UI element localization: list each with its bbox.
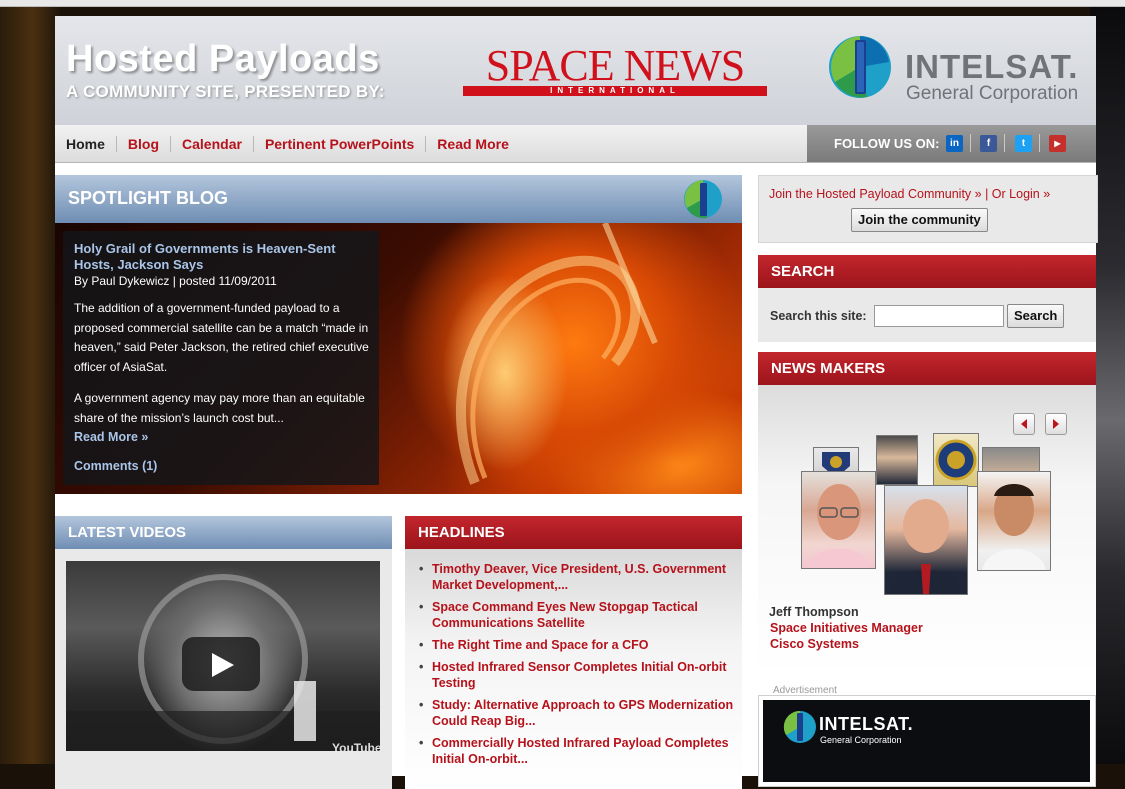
nav-calendar[interactable]: Calendar xyxy=(171,135,254,152)
carousel-prev-button[interactable] xyxy=(1013,413,1035,435)
nav-pertinent-powerpoints[interactable]: Pertinent PowerPoints xyxy=(254,135,427,152)
intelsat-globe-icon xyxy=(783,710,816,743)
community-box: Join the Hosted Payload Community » | Or… xyxy=(758,175,1098,243)
agency-seal-icon xyxy=(935,439,977,481)
facebook-icon[interactable]: f xyxy=(980,135,997,152)
spotlight-byline: By Paul Dykewicz | posted 11/09/2011 xyxy=(74,274,277,288)
join-community-button[interactable]: Join the community xyxy=(851,208,988,232)
video-player[interactable]: YouTube xyxy=(66,561,380,751)
spotlight-blog-header: SPOTLIGHT BLOG xyxy=(55,175,742,223)
linkedin-icon[interactable]: in xyxy=(946,135,963,152)
intelsat-name: INTELSAT. xyxy=(905,48,1079,85)
person-portrait-graphic xyxy=(807,484,870,568)
headlines-title: HEADLINES xyxy=(418,524,505,541)
browser-toolbar-edge xyxy=(0,0,1125,7)
site-subtitle: A COMMUNITY SITE, PRESENTED BY: xyxy=(66,82,385,101)
news-maker-org-link[interactable]: Cisco Systems xyxy=(770,637,859,651)
advertisement-subtitle: General Corporation xyxy=(820,735,902,745)
divider xyxy=(1004,134,1005,152)
search-label: Search this site: xyxy=(770,309,867,323)
youtube-icon[interactable]: ▶ xyxy=(1049,135,1066,152)
twitter-icon[interactable]: t xyxy=(1015,135,1032,152)
nav-blog[interactable]: Blog xyxy=(117,135,172,152)
person-portrait-graphic xyxy=(889,499,963,594)
play-icon xyxy=(212,653,234,677)
follow-us-bar: FOLLOW US ON: in f t ▶ xyxy=(807,125,1096,162)
news-makers-header: NEWS MAKERS xyxy=(758,352,1096,385)
news-maker-title-link[interactable]: Space Initiatives Manager xyxy=(770,621,923,635)
headline-link[interactable]: Hosted Infrared Sensor Completes Initial… xyxy=(416,659,736,691)
headline-link[interactable]: Commercially Hosted Infrared Payload Com… xyxy=(416,735,736,767)
spotlight-read-more-link[interactable]: Read More » xyxy=(74,430,148,444)
advertisement-brand: INTELSAT. xyxy=(819,714,914,734)
arrow-left-icon xyxy=(1021,419,1027,429)
spotlight-headline-link[interactable]: Holy Grail of Governments is Heaven-Sent… xyxy=(74,241,364,273)
latest-videos-panel: YouTube xyxy=(55,549,392,789)
advertisement-inner: INTELSAT. General Corporation xyxy=(763,700,1090,782)
news-makers-carousel: Jeff Thompson Space Initiatives Manager … xyxy=(758,385,1096,675)
video-play-button[interactable] xyxy=(182,637,260,691)
headline-link[interactable]: The Right Time and Space for a CFO xyxy=(416,637,736,653)
search-title: SEARCH xyxy=(771,263,835,280)
nav-home[interactable]: Home xyxy=(55,135,117,152)
headlines-panel: Timothy Deaver, Vice President, U.S. Gov… xyxy=(405,549,742,789)
news-maker-name: Jeff Thompson xyxy=(769,605,859,619)
follow-us-label: FOLLOW US ON: xyxy=(834,136,940,151)
nav-read-more[interactable]: Read More xyxy=(426,136,520,152)
search-panel: Search this site: Search xyxy=(758,288,1096,342)
person-portrait-graphic xyxy=(982,484,1046,570)
spotlight-image-solar-flare[interactable]: Holy Grail of Governments is Heaven-Sent… xyxy=(55,223,742,494)
page-container: Hosted Payloads A COMMUNITY SITE, PRESEN… xyxy=(55,16,1098,789)
search-header: SEARCH xyxy=(758,255,1096,288)
divider xyxy=(1039,134,1040,152)
news-maker-photo[interactable] xyxy=(977,471,1051,571)
news-makers-title: NEWS MAKERS xyxy=(771,360,886,377)
join-login-links[interactable]: Join the Hosted Payload Community » | Or… xyxy=(769,187,1050,201)
news-maker-photo-featured[interactable] xyxy=(884,485,968,595)
news-maker-photo-thumb[interactable] xyxy=(876,435,918,485)
headlines-list: Timothy Deaver, Vice President, U.S. Gov… xyxy=(416,561,736,773)
carousel-next-button[interactable] xyxy=(1045,413,1067,435)
desktop-background-left xyxy=(0,0,60,764)
headlines-header: HEADLINES xyxy=(405,516,742,549)
search-button[interactable]: Search xyxy=(1007,304,1065,328)
space-news-logo-subtext: INTERNATIONAL xyxy=(463,86,767,96)
spotlight-paragraph: A government agency may pay more than an… xyxy=(74,391,365,425)
intelsat-globe-icon[interactable] xyxy=(827,34,893,100)
youtube-watermark: YouTube xyxy=(332,741,380,751)
headline-link[interactable]: Space Command Eyes New Stopgap Tactical … xyxy=(416,599,736,631)
spotlight-comments-link[interactable]: Comments (1) xyxy=(74,459,157,473)
headline-link[interactable]: Timothy Deaver, Vice President, U.S. Gov… xyxy=(416,561,736,593)
space-news-logo[interactable]: SPACE NEWS INTERNATIONAL xyxy=(463,44,767,96)
intelsat-globe-icon xyxy=(684,180,722,219)
news-maker-photo[interactable] xyxy=(801,471,876,569)
latest-videos-header: LATEST VIDEOS xyxy=(55,516,392,549)
news-maker-logo-thumb[interactable] xyxy=(933,433,979,487)
intelsat-subtitle: General Corporation xyxy=(906,83,1079,104)
arrow-right-icon xyxy=(1053,419,1059,429)
headline-link[interactable]: Study: Alternative Approach to GPS Moder… xyxy=(416,697,736,729)
search-input[interactable] xyxy=(874,305,1004,327)
spotlight-text-panel: Holy Grail of Governments is Heaven-Sent… xyxy=(63,231,379,485)
latest-videos-title: LATEST VIDEOS xyxy=(68,524,187,541)
advertisement-banner[interactable]: INTELSAT. General Corporation xyxy=(758,695,1096,787)
site-title[interactable]: Hosted Payloads xyxy=(66,38,380,81)
site-header: Hosted Payloads A COMMUNITY SITE, PRESEN… xyxy=(55,16,1096,125)
spotlight-paragraph: The addition of a government-funded payl… xyxy=(74,301,369,374)
main-navigation: Home Blog Calendar Pertinent PowerPoints… xyxy=(55,125,1096,163)
space-news-logo-text: SPACE NEWS xyxy=(485,41,746,90)
spotlight-blog-title: SPOTLIGHT BLOG xyxy=(68,188,228,208)
divider xyxy=(970,134,971,152)
